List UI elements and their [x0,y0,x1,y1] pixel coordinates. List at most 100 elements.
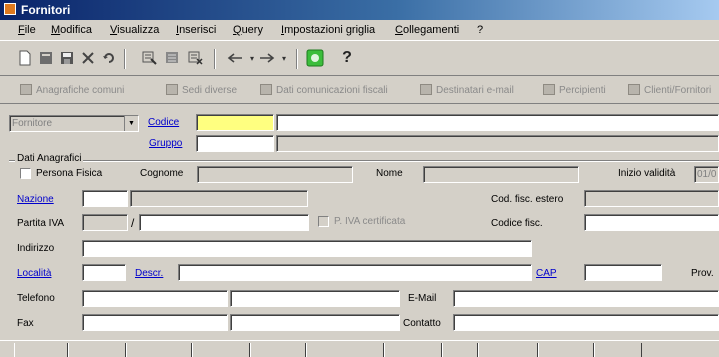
tab[interactable] [538,343,594,357]
telefono-2-input[interactable] [230,290,400,307]
nazione-label[interactable]: Nazione [17,194,54,205]
filter-icon[interactable] [141,49,159,67]
nazione-code-input[interactable] [82,190,128,207]
folder-icon [20,84,32,95]
toolbar-separator [124,49,126,69]
tab[interactable] [250,343,306,357]
forward-icon[interactable] [258,49,276,67]
descr-label[interactable]: Descr. [135,268,163,279]
telefono-label: Telefono [17,293,55,304]
type-select[interactable]: Fornitore ▼ [9,115,139,132]
cod-fisc-estero-input[interactable] [584,190,719,207]
link-anagrafiche-comuni[interactable]: Anagrafiche comuni [20,84,124,96]
new-document-icon[interactable] [16,49,34,67]
localita-code-input[interactable] [82,264,126,281]
green-status-icon[interactable] [306,49,324,67]
menu-impostazioni-griglia[interactable]: Impostazioni griglia [281,24,375,36]
tab[interactable] [594,343,642,357]
menu-file[interactable]: File [18,24,36,36]
chevron-down-icon[interactable]: ▼ [124,116,138,131]
open-icon[interactable] [37,49,55,67]
tab[interactable] [14,343,68,357]
window-title: Fornitori [21,3,71,17]
folder-icon [543,84,555,95]
link-label: Sedi diverse [182,85,238,96]
ragione-sociale-input[interactable] [276,114,719,131]
undo-icon[interactable] [100,49,118,67]
nazione-description [130,190,308,207]
contatto-label: Contatto [403,318,441,329]
link-sedi-diverse[interactable]: Sedi diverse [166,84,237,96]
tab[interactable] [192,343,250,357]
menu-collegamenti[interactable]: Collegamenti [395,24,459,36]
forward-dropdown-icon[interactable]: ▾ [275,49,293,67]
tab-strip [0,340,719,357]
fax-2-input[interactable] [230,314,400,331]
codice-label[interactable]: Codice [148,117,179,128]
link-label: Anagrafiche comuni [36,85,125,96]
link-dati-comunicazioni-fiscali[interactable]: Dati comunicazioni fiscali [260,84,388,96]
cognome-label: Cognome [140,168,184,179]
back-icon[interactable] [226,49,244,67]
toolbar-separator [214,49,216,69]
group-title: Dati Anagrafici [15,153,84,164]
type-select-value: Fornitore [12,118,53,129]
link-label: Destinatari e-mail [436,85,514,96]
partita-iva-prefix-input[interactable] [82,214,128,231]
tab[interactable] [442,343,478,357]
telefono-input[interactable] [82,290,228,307]
persona-fisica-checkbox[interactable] [20,168,31,179]
localita-label[interactable]: Località [17,268,51,279]
link-destinatari-email[interactable]: Destinatari e-mail [420,84,514,96]
inizio-validita-input[interactable]: 01/0 [694,166,719,183]
save-icon[interactable] [58,49,76,67]
indirizzo-label: Indirizzo [17,243,55,254]
prov-label: Prov. [691,268,714,279]
contatto-input[interactable] [453,314,719,331]
partita-iva-label: Partita IVA [17,218,65,229]
tab[interactable] [126,343,192,357]
delete-icon[interactable] [79,49,97,67]
cap-label[interactable]: CAP [536,268,557,279]
menu-help[interactable]: ? [477,24,483,36]
menu-query[interactable]: Query [233,24,263,36]
toolbar: ▾ ▾ ? [0,40,719,76]
tab[interactable] [384,343,442,357]
gruppo-description [276,135,719,152]
codice-input[interactable] [196,114,274,131]
help-icon[interactable]: ? [338,49,356,67]
folder-icon [420,84,432,95]
gruppo-label[interactable]: Gruppo [149,138,182,149]
indirizzo-input[interactable] [82,240,532,257]
partita-iva-input[interactable] [139,214,309,231]
codice-fisc-label: Codice fisc. [491,218,543,229]
piva-certificata-checkbox[interactable] [318,216,329,227]
cap-input[interactable] [584,264,662,281]
cod-fisc-estero-label: Cod. fisc. estero [491,194,564,205]
localita-description-input[interactable] [178,264,532,281]
folder-icon [166,84,178,95]
link-label: Dati comunicazioni fiscali [276,85,388,96]
codice-fisc-input[interactable] [584,214,719,231]
filter-remove-icon[interactable] [187,49,205,67]
menu-modifica[interactable]: Modifica [51,24,92,36]
tab[interactable] [306,343,384,357]
link-label: Percipienti [559,85,606,96]
gruppo-input[interactable] [196,135,274,152]
link-clienti-fornitori[interactable]: Clienti/Fornitori [628,84,711,96]
link-percipienti[interactable]: Percipienti [543,84,606,96]
menu-inserisci[interactable]: Inserisci [176,24,216,36]
tab[interactable] [68,343,126,357]
tab[interactable] [478,343,538,357]
persona-fisica-label: Persona Fisica [36,168,103,179]
filter-edit-icon[interactable] [164,49,182,67]
menu-visualizza[interactable]: Visualizza [110,24,159,36]
cognome-input[interactable] [197,166,353,183]
app-icon [4,3,16,15]
fax-input[interactable] [82,314,228,331]
email-input[interactable] [453,290,719,307]
email-label: E-Mail [408,293,437,304]
nome-input[interactable] [423,166,579,183]
inizio-validita-label: Inizio validità [618,168,676,179]
piva-certificata-label: P. IVA certificata [334,216,406,227]
